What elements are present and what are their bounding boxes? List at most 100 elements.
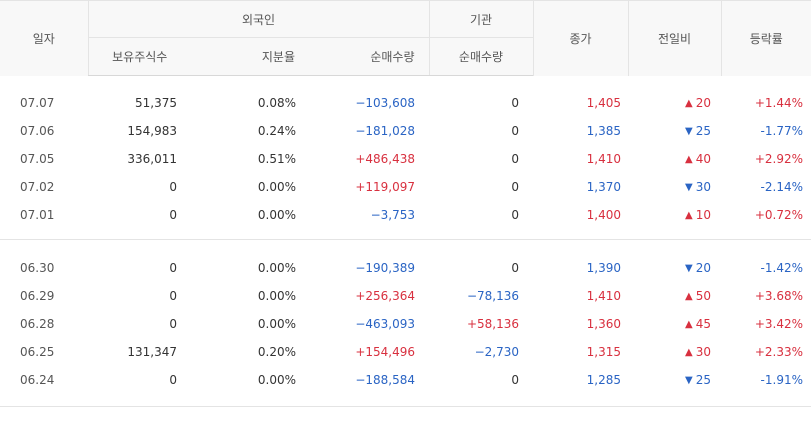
table-body: 07.07 51,375 0.08% −103,608 0 1,405 ▲ 20 +1.44% 0… [0, 76, 811, 407]
cell-rate: -1.91% [760, 373, 803, 387]
cell-diff: ▲ 30 [628, 338, 721, 366]
table-row: 06.25 131,347 0.20% +154,496 −2,730 1,315 ▲ 30 +… [0, 338, 811, 366]
header-foreign: 외국인 [87, 0, 429, 38]
cell-holdings: 0 [169, 180, 177, 194]
up-triangle-icon: ▲ [685, 154, 693, 165]
cell-diff: ▲ 10 [628, 201, 721, 229]
cell-date: 07.01 [20, 208, 55, 222]
cell-rate: -2.14% [760, 180, 803, 194]
table-header: 일자 외국인 기관 종가 전일비 등락률 보유주식수 지분율 순매수량 순매수량 [0, 0, 811, 76]
cell-rate: +3.68% [754, 289, 803, 303]
cell-date: 07.06 [20, 124, 55, 138]
cell-date: 06.25 [20, 345, 55, 359]
cell-date: 07.02 [20, 180, 55, 194]
table-row: 07.06 154,983 0.24% −181,028 0 1,385 ▼ 25 -1.77% [0, 117, 811, 145]
diff-value: 20 [695, 261, 711, 275]
table-row: 07.05 336,011 0.51% +486,438 0 1,410 ▲ 40 +2.92% [0, 145, 811, 173]
cell-close: 1,390 [586, 261, 621, 275]
header-holdings: 보유주식수 [87, 37, 191, 76]
down-triangle-icon: ▼ [685, 263, 693, 274]
cell-close: 1,285 [586, 373, 621, 387]
cell-holdings: 0 [169, 208, 177, 222]
table-row: 06.30 0 0.00% −190,389 0 1,390 ▼ 20 -1.42% [0, 254, 811, 282]
cell-date: 06.28 [20, 317, 55, 331]
cell-rate: -1.42% [760, 261, 803, 275]
table-row: 06.28 0 0.00% −463,093 +58,136 1,360 ▲ 45 +3.42% [0, 310, 811, 338]
cell-date: 06.30 [20, 261, 55, 275]
header-rate: 등락률 [720, 0, 811, 76]
cell-ratio: 0.00% [257, 373, 296, 387]
up-triangle-icon: ▲ [685, 319, 693, 330]
cell-foreign-net: −103,608 [355, 96, 415, 110]
cell-rate: +2.92% [754, 152, 803, 166]
cell-foreign-net: −463,093 [355, 317, 415, 331]
cell-ratio: 0.20% [257, 345, 296, 359]
cell-close: 1,315 [586, 345, 621, 359]
diff-value: 30 [695, 180, 711, 194]
cell-ratio: 0.00% [257, 261, 296, 275]
row-spacer [0, 229, 811, 240]
cell-diff: ▼ 30 [628, 173, 721, 201]
cell-foreign-net: +119,097 [355, 180, 415, 194]
up-triangle-icon: ▲ [685, 210, 693, 221]
cell-diff: ▲ 45 [628, 310, 721, 338]
cell-foreign-net: +486,438 [355, 152, 415, 166]
cell-rate: +3.42% [754, 317, 803, 331]
cell-rate: +2.33% [754, 345, 803, 359]
down-triangle-icon: ▼ [685, 126, 693, 137]
cell-holdings: 51,375 [135, 96, 177, 110]
diff-value: 40 [695, 152, 711, 166]
cell-ratio: 0.24% [257, 124, 296, 138]
cell-institution-net: 0 [511, 373, 519, 387]
cell-diff: ▲ 20 [628, 89, 721, 117]
diff-value: 25 [695, 373, 711, 387]
cell-close: 1,405 [586, 96, 621, 110]
cell-close: 1,410 [586, 152, 621, 166]
diff-value: 20 [695, 96, 711, 110]
cell-holdings: 0 [169, 317, 177, 331]
cell-close: 1,400 [586, 208, 621, 222]
diff-value: 10 [695, 208, 711, 222]
cell-diff: ▼ 25 [628, 366, 721, 394]
cell-holdings: 0 [169, 289, 177, 303]
cell-close: 1,360 [586, 317, 621, 331]
cell-institution-net: 0 [511, 180, 519, 194]
table-row: 07.02 0 0.00% +119,097 0 1,370 ▼ 30 -2.14% [0, 173, 811, 201]
diff-value: 25 [695, 124, 711, 138]
cell-rate: +1.44% [754, 96, 803, 110]
table-row: 06.24 0 0.00% −188,584 0 1,285 ▼ 25 -1.91% [0, 366, 811, 394]
cell-holdings: 154,983 [127, 124, 177, 138]
cell-holdings: 336,011 [127, 152, 177, 166]
cell-ratio: 0.00% [257, 208, 296, 222]
header-diff: 전일비 [627, 0, 721, 76]
header-institution: 기관 [428, 0, 533, 38]
investor-trading-table: 일자 외국인 기관 종가 전일비 등락률 보유주식수 지분율 순매수량 순매수량… [0, 0, 811, 407]
diff-value: 50 [695, 289, 711, 303]
cell-close: 1,410 [586, 289, 621, 303]
cell-foreign-net: −188,584 [355, 373, 415, 387]
row-spacer [0, 240, 811, 255]
row-spacer [0, 394, 811, 407]
table-row: 07.01 0 0.00% −3,753 0 1,400 ▲ 10 +0.72% [0, 201, 811, 229]
cell-ratio: 0.51% [257, 152, 296, 166]
cell-institution-net: −78,136 [466, 289, 519, 303]
cell-rate: -1.77% [760, 124, 803, 138]
down-triangle-icon: ▼ [685, 182, 693, 193]
diff-value: 45 [695, 317, 711, 331]
table-row: 06.29 0 0.00% +256,364 −78,136 1,410 ▲ 50 +3.68% [0, 282, 811, 310]
up-triangle-icon: ▲ [685, 291, 693, 302]
cell-foreign-net: −181,028 [355, 124, 415, 138]
cell-ratio: 0.00% [257, 289, 296, 303]
cell-foreign-net: −190,389 [355, 261, 415, 275]
up-triangle-icon: ▲ [685, 347, 693, 358]
header-close: 종가 [532, 0, 628, 76]
cell-diff: ▼ 20 [628, 254, 721, 282]
cell-close: 1,370 [586, 180, 621, 194]
cell-diff: ▼ 25 [628, 117, 721, 145]
cell-institution-net: 0 [511, 261, 519, 275]
header-foreign-net: 순매수량 [309, 37, 429, 76]
cell-institution-net: 0 [511, 152, 519, 166]
cell-date: 07.07 [20, 96, 55, 110]
cell-diff: ▲ 50 [628, 282, 721, 310]
down-triangle-icon: ▼ [685, 375, 693, 386]
